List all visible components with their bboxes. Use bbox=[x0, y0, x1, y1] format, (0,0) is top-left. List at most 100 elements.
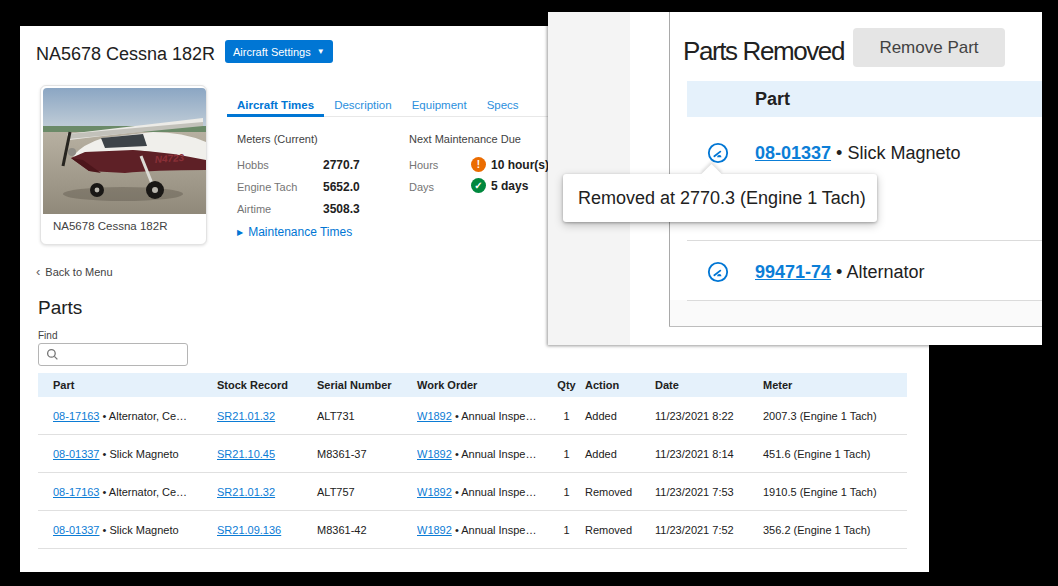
parts-table: Part Stock Record Serial Number Work Ord… bbox=[38, 373, 907, 549]
check-icon: ✓ bbox=[471, 178, 486, 193]
stock-record-link[interactable]: SR21.10.45 bbox=[217, 448, 275, 460]
gauge-icon[interactable] bbox=[707, 261, 729, 283]
col-date: Date bbox=[655, 379, 763, 391]
col-stock-record: Stock Record bbox=[217, 379, 317, 391]
date: 11/23/2021 7:52 bbox=[655, 524, 763, 536]
date: 11/23/2021 8:22 bbox=[655, 410, 763, 422]
table-row: 08-01337 • Slick Magneto SR21.10.45 M836… bbox=[38, 435, 907, 473]
back-to-menu-link[interactable]: ‹ Back to Menu bbox=[36, 266, 113, 278]
work-order-link[interactable]: W1892 bbox=[417, 524, 452, 536]
meter: 356.2 (Engine 1 Tach) bbox=[763, 524, 907, 536]
days-value: 5 days bbox=[491, 179, 528, 193]
part-number-link[interactable]: 08-17163 bbox=[53, 486, 100, 498]
parts-removed-heading: Parts Removed bbox=[683, 36, 844, 67]
work-order-desc: • Annual Inspe… bbox=[452, 410, 537, 422]
page-title: NA5678 Cessna 182R bbox=[36, 44, 215, 65]
work-order-desc: • Annual Inspe… bbox=[452, 486, 537, 498]
row-divider bbox=[687, 240, 1042, 241]
tab-equipment[interactable]: Equipment bbox=[402, 93, 477, 116]
parts-table-header: Part Stock Record Serial Number Work Ord… bbox=[38, 373, 907, 397]
col-action: Action bbox=[585, 379, 655, 391]
chevron-left-icon: ‹ bbox=[36, 265, 40, 278]
part-desc: • Slick Magneto bbox=[100, 448, 179, 460]
work-order-desc: • Annual Inspe… bbox=[452, 448, 537, 460]
serial-number: M8361-37 bbox=[317, 448, 417, 460]
tooltip-text: Removed at 2770.3 (Engine 1 Tach) bbox=[578, 174, 866, 222]
parts-heading: Parts bbox=[38, 297, 82, 319]
meter: 2007.3 (Engine 1 Tach) bbox=[763, 410, 907, 422]
part-desc: • Alternator, Ce… bbox=[100, 410, 188, 422]
search-icon bbox=[46, 348, 59, 361]
aircraft-photo: N4723 bbox=[43, 88, 206, 214]
table-row: 08-17163 • Alternator, Ce… SR21.01.32 AL… bbox=[38, 397, 907, 435]
work-order-link[interactable]: W1892 bbox=[417, 410, 452, 422]
row-divider bbox=[687, 300, 1042, 301]
qty: 1 bbox=[548, 448, 585, 460]
panel-card-bottom-border bbox=[669, 326, 1042, 327]
work-order-link[interactable]: W1892 bbox=[417, 486, 452, 498]
stock-record-link[interactable]: SR21.01.32 bbox=[217, 410, 275, 422]
find-label: Find bbox=[38, 330, 57, 341]
tab-specs[interactable]: Specs bbox=[477, 93, 529, 116]
engine-tach-value: 5652.0 bbox=[323, 180, 360, 194]
part-number-link[interactable]: 08-01337 bbox=[53, 524, 100, 536]
gauge-icon[interactable] bbox=[707, 142, 729, 164]
col-qty: Qty bbox=[548, 379, 585, 391]
col-meter: Meter bbox=[763, 379, 907, 391]
panel-table-footer bbox=[670, 300, 1042, 326]
stock-record-link[interactable]: SR21.09.136 bbox=[217, 524, 281, 536]
hours-value: 10 hour(s) bbox=[491, 158, 549, 172]
action: Added bbox=[585, 448, 655, 460]
stock-record-link[interactable]: SR21.01.32 bbox=[217, 486, 275, 498]
meter: 1910.5 (Engine 1 Tach) bbox=[763, 486, 907, 498]
panel-card-border bbox=[669, 12, 670, 326]
action: Added bbox=[585, 410, 655, 422]
serial-number: ALT731 bbox=[317, 410, 417, 422]
parts-search-input[interactable] bbox=[64, 349, 187, 361]
part-desc: • Slick Magneto bbox=[100, 524, 179, 536]
days-label: Days bbox=[409, 181, 434, 193]
part-number-link[interactable]: 08-01337 bbox=[53, 448, 100, 460]
col-serial-number: Serial Number bbox=[317, 379, 417, 391]
table-row: 08-17163 • Alternator, Ce… SR21.01.32 AL… bbox=[38, 473, 907, 511]
triangle-right-icon: ▶ bbox=[237, 228, 243, 237]
parts-removed-row: 99471-74 • Alternator bbox=[687, 261, 1042, 283]
part-desc: • Alternator, Ce… bbox=[100, 486, 188, 498]
airtime-value: 3508.3 bbox=[323, 202, 360, 216]
action: Removed bbox=[585, 486, 655, 498]
serial-number: M8361-42 bbox=[317, 524, 417, 536]
parts-removed-panel: Parts Removed Remove Part Part 08-01337 … bbox=[548, 12, 1042, 345]
table-row: 08-01337 • Slick Magneto SR21.09.136 M83… bbox=[38, 511, 907, 549]
remove-part-button[interactable]: Remove Part bbox=[853, 28, 1005, 67]
parts-removed-row: 08-01337 • Slick Magneto bbox=[687, 142, 1042, 164]
col-work-order: Work Order bbox=[417, 379, 548, 391]
work-order-desc: • Annual Inspe… bbox=[452, 524, 537, 536]
qty: 1 bbox=[548, 524, 585, 536]
serial-number: ALT757 bbox=[317, 486, 417, 498]
aircraft-card: N4723 NA5678 Cessna 182R bbox=[40, 85, 207, 245]
svg-text:N4723: N4723 bbox=[154, 152, 185, 165]
hobbs-value: 2770.7 bbox=[323, 158, 360, 172]
qty: 1 bbox=[548, 410, 585, 422]
part-number-link[interactable]: 99471-74 bbox=[755, 262, 831, 282]
removed-at-tooltip: Removed at 2770.3 (Engine 1 Tach) bbox=[563, 174, 877, 222]
part-desc: • Slick Magneto bbox=[831, 143, 960, 163]
part-number-link[interactable]: 08-17163 bbox=[53, 410, 100, 422]
part-desc: • Alternator bbox=[831, 262, 924, 282]
work-order-link[interactable]: W1892 bbox=[417, 448, 452, 460]
date: 11/23/2021 7:53 bbox=[655, 486, 763, 498]
screen-background: NA5678 Cessna 182R Aircraft Settings ▼ bbox=[0, 0, 1058, 586]
meters-heading: Meters (Current) bbox=[237, 133, 318, 145]
tab-bar: Aircraft Times Description Equipment Spe… bbox=[227, 93, 549, 117]
hobbs-label: Hobbs bbox=[237, 159, 269, 171]
action: Removed bbox=[585, 524, 655, 536]
aircraft-settings-button[interactable]: Aircraft Settings ▼ bbox=[225, 40, 333, 63]
part-number-link[interactable]: 08-01337 bbox=[755, 143, 831, 163]
maintenance-times-link[interactable]: ▶ Maintenance Times bbox=[237, 225, 352, 239]
tab-aircraft-times[interactable]: Aircraft Times bbox=[227, 93, 324, 116]
aircraft-card-label: NA5678 Cessna 182R bbox=[53, 220, 167, 232]
next-maintenance-heading: Next Maintenance Due bbox=[409, 133, 521, 145]
hours-label: Hours bbox=[409, 159, 438, 171]
tab-description[interactable]: Description bbox=[324, 93, 402, 116]
qty: 1 bbox=[548, 486, 585, 498]
